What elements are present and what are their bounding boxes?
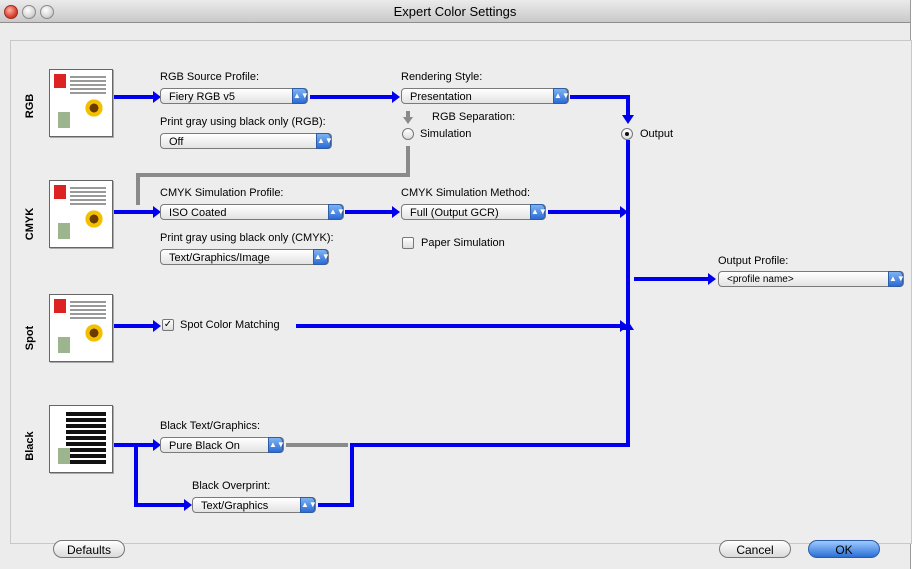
cancel-button[interactable]: Cancel bbox=[719, 540, 791, 558]
cmyk-gray-value: Text/Graphics/Image bbox=[169, 252, 270, 264]
rgb-gray-label: Print gray using black only (RGB): bbox=[160, 116, 326, 128]
paper-simulation-label: Paper Simulation bbox=[421, 237, 505, 249]
rgb-gray-value: Off bbox=[169, 136, 184, 148]
cmyk-simulation-profile-value: ISO Coated bbox=[169, 207, 227, 219]
row-label-black: Black bbox=[24, 431, 36, 461]
expert-color-settings-window: Expert Color Settings RGB CMYK Spot Blac… bbox=[0, 0, 912, 569]
simulation-radio[interactable] bbox=[402, 128, 414, 140]
black-text-graphics-popup[interactable]: Pure Black On ▲▼ bbox=[160, 437, 285, 453]
rgb-source-profile-popup[interactable]: Fiery RGB v5 ▲▼ bbox=[160, 88, 309, 104]
cmyk-document-icon bbox=[49, 180, 113, 248]
checkmark-icon: ✓ bbox=[163, 319, 173, 330]
popup-arrows-icon: ▲▼ bbox=[300, 497, 317, 513]
title-bar: Expert Color Settings bbox=[0, 0, 910, 23]
cmyk-simulation-profile-popup[interactable]: ISO Coated ▲▼ bbox=[160, 204, 345, 220]
cmyk-simulation-method-label: CMYK Simulation Method: bbox=[401, 187, 530, 199]
output-profile-popup[interactable]: <profile name> ▲▼ bbox=[718, 271, 905, 287]
output-radio[interactable] bbox=[621, 128, 633, 140]
spot-document-icon bbox=[49, 294, 113, 362]
rgb-document-icon bbox=[49, 69, 113, 137]
cmyk-simulation-method-value: Full (Output GCR) bbox=[410, 207, 499, 219]
popup-arrows-icon: ▲▼ bbox=[268, 437, 285, 453]
ok-button[interactable]: OK bbox=[808, 540, 880, 558]
rgb-source-profile-value: Fiery RGB v5 bbox=[169, 91, 236, 103]
rgb-gray-popup[interactable]: Off ▲▼ bbox=[160, 133, 333, 149]
black-overprint-value: Text/Graphics bbox=[201, 500, 269, 512]
popup-arrows-icon: ▲▼ bbox=[316, 133, 333, 149]
output-radio-label: Output bbox=[640, 128, 674, 140]
cmyk-simulation-method-popup[interactable]: Full (Output GCR) ▲▼ bbox=[401, 204, 547, 220]
simulation-radio-label: Simulation bbox=[420, 128, 472, 140]
rgb-separation-label: RGB Separation: bbox=[432, 111, 516, 123]
row-label-rgb: RGB bbox=[24, 93, 36, 119]
popup-arrows-icon: ▲▼ bbox=[313, 249, 330, 265]
cmyk-gray-label: Print gray using black only (CMYK): bbox=[160, 232, 334, 244]
paper-simulation-checkbox[interactable] bbox=[402, 237, 414, 249]
black-text-graphics-value: Pure Black On bbox=[169, 440, 240, 452]
row-label-spot: Spot bbox=[24, 325, 36, 351]
window-title: Expert Color Settings bbox=[393, 4, 517, 19]
rendering-style-popup[interactable]: Presentation ▲▼ bbox=[401, 88, 570, 104]
popup-arrows-icon: ▲▼ bbox=[292, 88, 309, 104]
popup-arrows-icon: ▲▼ bbox=[553, 88, 570, 104]
spot-color-matching-label: Spot Color Matching bbox=[180, 319, 280, 331]
row-label-cmyk: CMYK bbox=[24, 207, 36, 241]
cmyk-simulation-profile-label: CMYK Simulation Profile: bbox=[160, 187, 284, 199]
black-document-icon bbox=[49, 405, 113, 473]
rendering-style-label: Rendering Style: bbox=[401, 71, 483, 83]
defaults-button[interactable]: Defaults bbox=[53, 540, 125, 558]
popup-arrows-icon: ▲▼ bbox=[530, 204, 547, 220]
output-profile-label: Output Profile: bbox=[718, 255, 789, 267]
popup-arrows-icon: ▲▼ bbox=[888, 271, 905, 287]
black-text-graphics-label: Black Text/Graphics: bbox=[160, 420, 261, 432]
rendering-style-value: Presentation bbox=[410, 91, 472, 103]
popup-arrows-icon: ▲▼ bbox=[328, 204, 345, 220]
output-profile-value: <profile name> bbox=[727, 274, 794, 285]
rgb-source-profile-label: RGB Source Profile: bbox=[160, 71, 260, 83]
spot-color-matching-checkbox[interactable]: ✓ bbox=[162, 319, 174, 331]
black-overprint-popup[interactable]: Text/Graphics ▲▼ bbox=[192, 497, 317, 513]
black-overprint-label: Black Overprint: bbox=[192, 480, 271, 492]
cmyk-gray-popup[interactable]: Text/Graphics/Image ▲▼ bbox=[160, 249, 330, 265]
